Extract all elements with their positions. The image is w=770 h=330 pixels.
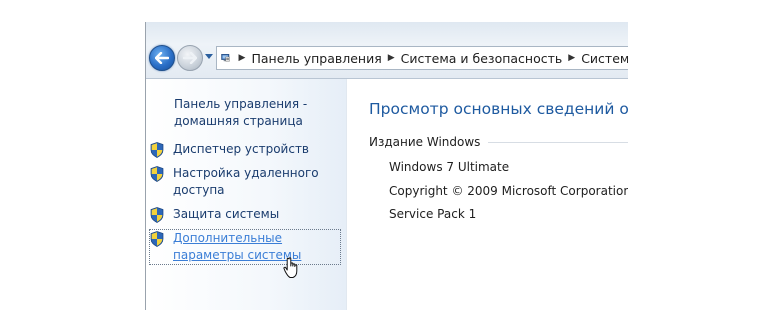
section-heading: Издание Windows: [369, 135, 481, 149]
explorer-window: ▶ Панель управления ▶ Система и безопасн…: [145, 22, 628, 310]
copyright-text: Copyright © 2009 Microsoft Corporation. …: [389, 184, 628, 198]
task-pane: Панель управления - домашняя страница Ди…: [146, 79, 347, 310]
task-label: Настройка удаленного доступа: [173, 166, 319, 197]
back-arrow-icon: [155, 52, 169, 64]
task-system-protection[interactable]: Защита системы: [150, 206, 279, 223]
task-label: Защита системы: [173, 207, 280, 221]
task-label: Диспетчер устройств: [173, 142, 310, 156]
uac-shield-icon: [150, 231, 164, 247]
navigation-bar: ▶ Панель управления ▶ Система и безопасн…: [146, 22, 628, 79]
hand-cursor-icon: [283, 257, 298, 278]
dropdown-arrow-icon: [204, 53, 213, 59]
breadcrumb-system-security[interactable]: Система и безопасность: [401, 51, 563, 66]
windows-edition-value: Windows 7 Ultimate: [389, 160, 510, 174]
page-title: Просмотр основных сведений о ваш: [369, 100, 628, 118]
control-panel-home-link[interactable]: Панель управления - домашняя страница: [174, 96, 334, 130]
breadcrumb-separator[interactable]: ▶: [239, 53, 246, 63]
address-bar[interactable]: ▶ Панель управления ▶ Система и безопасн…: [216, 46, 628, 70]
section-divider: [488, 141, 628, 143]
forward-arrow-icon: [183, 52, 197, 64]
breadcrumb-separator[interactable]: ▶: [388, 53, 395, 63]
uac-shield-icon: [150, 142, 164, 158]
back-button[interactable]: [149, 45, 175, 71]
task-advanced-system-settings[interactable]: Дополнительные параметры системы: [149, 229, 341, 265]
task-remote-settings[interactable]: Настройка удаленного доступа: [150, 165, 330, 199]
main-content: Просмотр основных сведений о ваш Издание…: [347, 79, 628, 310]
control-panel-icon: [221, 54, 230, 62]
task-label: Дополнительные параметры системы: [173, 231, 302, 262]
task-device-manager[interactable]: Диспетчер устройств: [150, 141, 309, 158]
breadcrumb-separator[interactable]: ▶: [568, 53, 575, 63]
uac-shield-icon: [150, 166, 164, 182]
breadcrumb-control-panel[interactable]: Панель управления: [251, 51, 381, 66]
recent-pages-dropdown[interactable]: [204, 52, 213, 61]
service-pack-value: Service Pack 1: [389, 207, 477, 221]
forward-button[interactable]: [177, 45, 203, 71]
uac-shield-icon: [150, 207, 164, 223]
breadcrumb-system[interactable]: Система: [581, 51, 628, 66]
windows-edition-section: Издание Windows: [369, 135, 628, 149]
